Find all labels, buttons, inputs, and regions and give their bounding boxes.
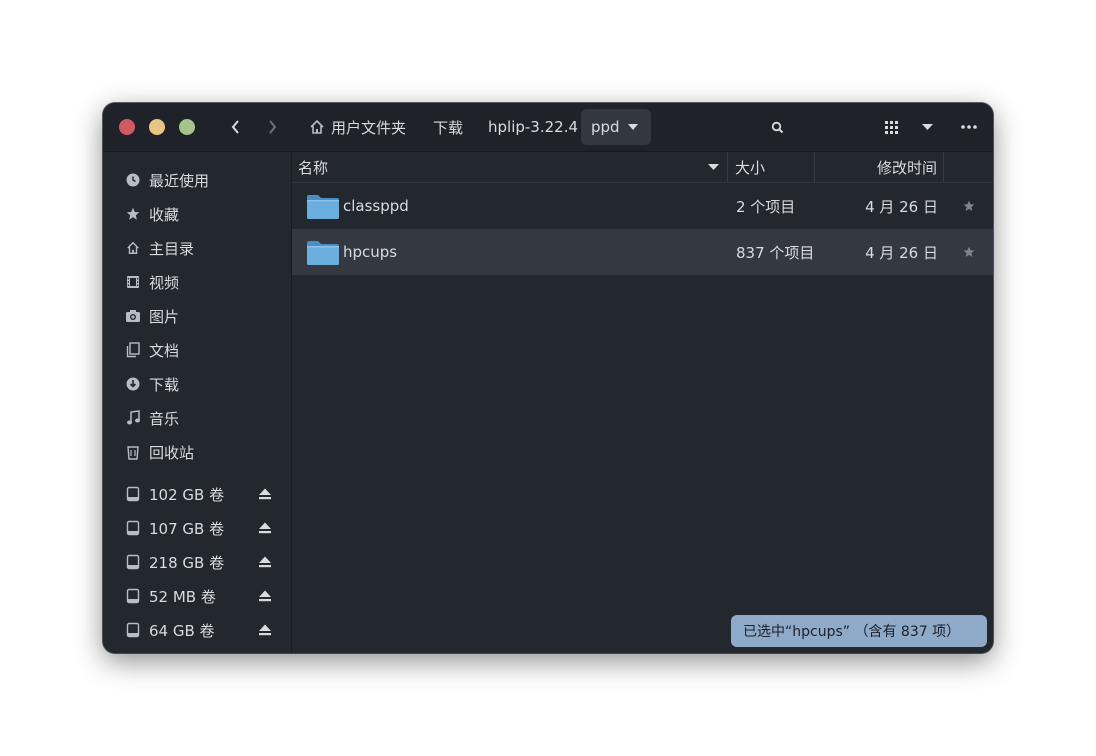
sidebar-item-volume[interactable]: 102 GB 卷 xyxy=(103,477,291,511)
sidebar: 最近使用 收藏 主目录 视频 图片 文档 下载 音乐 回收站 102 GB 卷 … xyxy=(103,152,292,653)
sidebar-item-volume[interactable]: 64 GB 卷 xyxy=(103,613,291,647)
clock-icon xyxy=(125,172,141,188)
file-modified: 4 月 26 日 xyxy=(865,197,938,216)
star-icon[interactable] xyxy=(961,244,977,260)
drive-icon xyxy=(125,486,141,502)
folder-icon xyxy=(307,241,339,265)
column-header-label: 名称 xyxy=(298,158,329,177)
drive-icon xyxy=(125,588,141,604)
column-header-label: 修改时间 xyxy=(876,158,937,177)
breadcrumb-downloads[interactable]: 下载 xyxy=(423,109,473,145)
list-header: 名称 大小 修改时间 xyxy=(292,152,993,183)
drive-icon xyxy=(125,554,141,570)
file-name: classppd xyxy=(343,197,409,215)
home-icon xyxy=(125,240,141,256)
more-icon xyxy=(961,125,977,129)
file-size: 2 个项目 xyxy=(736,197,796,216)
back-button[interactable] xyxy=(224,115,248,139)
star-icon xyxy=(125,206,141,222)
sidebar-item-label: 回收站 xyxy=(149,443,195,462)
trash-icon xyxy=(125,444,141,460)
chevron-left-icon xyxy=(231,120,239,134)
sidebar-item-label: 64 GB 卷 xyxy=(149,621,215,640)
sidebar-item-documents[interactable]: 文档 xyxy=(103,333,291,367)
sidebar-item-home[interactable]: 主目录 xyxy=(103,231,291,265)
column-header-label: 大小 xyxy=(735,158,766,177)
caret-down-icon xyxy=(627,124,638,130)
sidebar-item-recent[interactable]: 最近使用 xyxy=(103,163,291,197)
eject-icon[interactable] xyxy=(257,588,273,604)
column-header-size[interactable]: 大小 xyxy=(729,152,815,182)
sidebar-item-label: 最近使用 xyxy=(149,171,210,190)
sidebar-item-label: 视频 xyxy=(149,273,180,292)
breadcrumb-label: 下载 xyxy=(433,118,464,137)
eject-icon[interactable] xyxy=(257,520,273,536)
file-manager-window: 用户文件夹 下载 hplip-3.22.4 ppd 最近使用 收藏 主目录 视频… xyxy=(103,103,993,653)
sort-down-icon xyxy=(708,164,719,170)
selection-status: 已选中“hpcups” （含有 837 项） xyxy=(731,615,987,647)
folder-icon xyxy=(307,195,339,219)
sidebar-item-label: 102 GB 卷 xyxy=(149,485,225,504)
sidebar-item-starred[interactable]: 收藏 xyxy=(103,197,291,231)
sidebar-item-volume[interactable]: 52 MB 卷 xyxy=(103,579,291,613)
video-icon xyxy=(125,274,141,290)
music-icon xyxy=(125,410,141,426)
header-bar: 用户文件夹 下载 hplip-3.22.4 ppd xyxy=(103,103,993,152)
file-row[interactable]: hpcups 837 个项目 4 月 26 日 xyxy=(292,229,993,275)
sidebar-item-downloads[interactable]: 下载 xyxy=(103,367,291,401)
file-modified: 4 月 26 日 xyxy=(865,243,938,262)
view-options-button[interactable] xyxy=(915,115,939,139)
breadcrumb-label: hplip-3.22.4 xyxy=(488,118,579,136)
maximize-button[interactable] xyxy=(179,119,195,135)
sidebar-item-videos[interactable]: 视频 xyxy=(103,265,291,299)
sidebar-item-label: 218 GB 卷 xyxy=(149,553,225,572)
sidebar-item-label: 文档 xyxy=(149,341,180,360)
search-button[interactable] xyxy=(765,115,789,139)
download-icon xyxy=(125,376,141,392)
breadcrumb-hplip[interactable]: hplip-3.22.4 xyxy=(478,109,588,145)
sidebar-item-volume[interactable]: 218 GB 卷 xyxy=(103,545,291,579)
forward-button[interactable] xyxy=(260,115,284,139)
sidebar-item-label: 主目录 xyxy=(149,239,195,258)
sidebar-item-pictures[interactable]: 图片 xyxy=(103,299,291,333)
file-list-view: 名称 大小 修改时间 classppd 2 个项目 4 月 26 日 hpcup… xyxy=(292,152,993,653)
home-icon xyxy=(310,119,324,134)
breadcrumb-ppd[interactable]: ppd xyxy=(581,109,651,145)
sidebar-item-music[interactable]: 音乐 xyxy=(103,401,291,435)
file-row[interactable]: classppd 2 个项目 4 月 26 日 xyxy=(292,183,993,229)
star-icon[interactable] xyxy=(961,198,977,214)
eject-icon[interactable] xyxy=(257,622,273,638)
file-size: 837 个项目 xyxy=(736,243,815,262)
minimize-button[interactable] xyxy=(149,119,165,135)
camera-icon xyxy=(125,308,141,324)
file-name: hpcups xyxy=(343,243,398,261)
eject-icon[interactable] xyxy=(257,554,273,570)
main-menu-button[interactable] xyxy=(957,115,981,139)
view-toggle-button[interactable] xyxy=(879,115,903,139)
search-icon xyxy=(771,121,783,133)
column-header-modified[interactable]: 修改时间 xyxy=(816,152,944,182)
sidebar-item-label: 图片 xyxy=(149,307,180,326)
document-icon xyxy=(125,342,141,358)
close-button[interactable] xyxy=(119,119,135,135)
sidebar-item-trash[interactable]: 回收站 xyxy=(103,435,291,469)
sidebar-item-label: 下载 xyxy=(149,375,180,394)
chevron-right-icon xyxy=(269,120,277,134)
sidebar-item-label: 收藏 xyxy=(149,205,180,224)
breadcrumb-label: ppd xyxy=(591,118,620,136)
grid-view-icon xyxy=(884,120,898,134)
sidebar-item-label: 107 GB 卷 xyxy=(149,519,225,538)
caret-down-icon xyxy=(921,124,933,130)
breadcrumb-label: 用户文件夹 xyxy=(331,118,407,137)
eject-icon[interactable] xyxy=(257,486,273,502)
drive-icon xyxy=(125,622,141,638)
sidebar-item-volume[interactable]: 107 GB 卷 xyxy=(103,511,291,545)
sidebar-item-label: 52 MB 卷 xyxy=(149,587,216,606)
drive-icon xyxy=(125,520,141,536)
breadcrumb-home[interactable]: 用户文件夹 xyxy=(299,109,416,145)
column-header-name[interactable]: 名称 xyxy=(292,152,728,182)
sidebar-item-label: 音乐 xyxy=(149,409,180,428)
